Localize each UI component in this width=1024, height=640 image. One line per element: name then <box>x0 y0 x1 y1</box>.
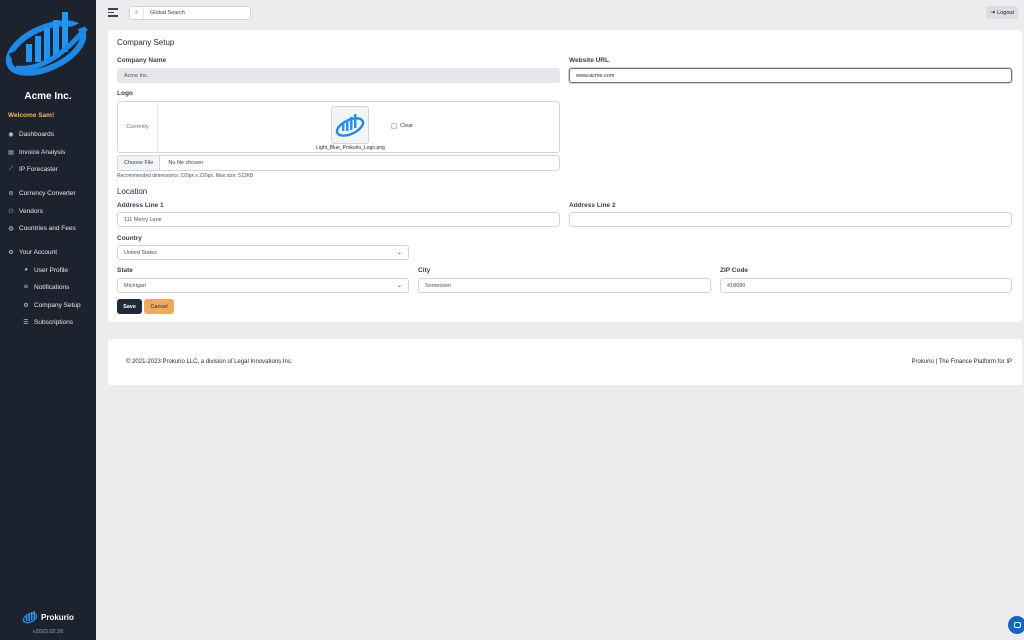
currently-label: Currently <box>118 102 158 152</box>
city-field[interactable]: Sometown <box>418 278 711 293</box>
address2-field[interactable] <box>569 212 1012 227</box>
search-placeholder: Global Search <box>150 10 185 16</box>
nav-dashboards[interactable]: ◉ Dashboards <box>7 129 54 139</box>
state-value: Michigan <box>124 282 147 289</box>
brand-name: Prokurio <box>41 612 74 622</box>
nav-label: IP Forecaster <box>19 165 58 173</box>
city-label: City <box>418 267 431 274</box>
nav-label: Invoice Analysis <box>19 148 66 156</box>
prokurio-thumbnail-icon <box>335 114 365 137</box>
nav-label: Vendors <box>19 207 43 215</box>
nav-label: User Profile <box>34 266 68 274</box>
nav-invoice-analysis[interactable]: ▤ Invoice Analysis <box>7 147 65 157</box>
chevron-down-icon: ⌄ <box>396 283 402 289</box>
clear-label: Clear <box>400 123 414 129</box>
nav-label: Dashboards <box>19 130 55 138</box>
chat-widget-button[interactable] <box>1008 616 1024 634</box>
nav-ip-forecaster[interactable]: ⟋ IP Forecaster <box>7 164 58 174</box>
globe-icon: ◍ <box>8 225 14 232</box>
website-url-label: Website URL <box>569 57 609 64</box>
global-search-input[interactable]: ⌕ Global Search <box>129 6 251 20</box>
gear-icon: ⚙ <box>8 249 14 256</box>
company-name-field: Acme Inc. <box>117 68 560 83</box>
nav-label: Subscriptions <box>34 318 74 326</box>
sign-out-icon: ⇥ <box>990 10 996 16</box>
page-footer: © 2021-2023 Prokurio LLC, a division of … <box>108 339 1022 385</box>
nav-subscriptions[interactable]: ☰ Subscriptions <box>22 317 73 327</box>
sidebar: Acme Inc. Welcome Sam! ◉ Dashboards ▤ In… <box>0 0 96 640</box>
nav-currency-converter[interactable]: ⊜ Currency Converter <box>7 188 76 198</box>
nav-label: Currency Converter <box>19 189 76 197</box>
page-title: Company Setup <box>117 38 175 47</box>
address2-label: Address Line 2 <box>569 202 616 209</box>
company-setup-card: Company Setup Company Name Acme Inc. Web… <box>108 30 1022 322</box>
checkbox-icon[interactable] <box>391 123 397 129</box>
clear-checkbox[interactable]: Clear <box>391 123 413 129</box>
copyright-text: © 2021-2023 Prokurio LLC, a division of … <box>126 359 293 365</box>
website-url-field[interactable]: www.acme.com <box>569 68 1012 83</box>
cancel-button[interactable]: Cancel <box>144 299 174 314</box>
address1-field[interactable]: 111 Merry Lane <box>117 212 560 227</box>
welcome-message: Welcome Sam! <box>8 112 55 119</box>
nav-vendors[interactable]: ⚇ Vendors <box>7 206 43 216</box>
state-label: State <box>117 267 133 274</box>
choose-file-button[interactable]: Choose File <box>118 156 161 170</box>
file-input[interactable]: Choose File No file chosen <box>117 155 560 171</box>
logo-thumbnail[interactable] <box>331 106 369 144</box>
company-title: Acme Inc. <box>24 91 72 102</box>
list-icon: ☰ <box>23 319 29 326</box>
country-label: Country <box>117 235 142 242</box>
users-icon: ⚇ <box>8 208 14 215</box>
logo-filename[interactable]: Light_Blue_Prokurio_Logo.png <box>298 145 403 151</box>
zip-label: ZIP Code <box>720 267 749 274</box>
logo-label: Logo <box>117 90 133 97</box>
logo-preview-box: Currently Light_Blue_Prokurio_Logo.png C… <box>117 101 560 153</box>
chevron-down-icon: ⌄ <box>396 250 402 256</box>
country-value: United States <box>124 249 158 256</box>
prokurio-logo-icon[interactable] <box>4 6 90 76</box>
bell-icon: ⍾ <box>24 283 28 290</box>
nav-label: Notifications <box>34 283 70 291</box>
nav-your-account[interactable]: ⚙ Your Account <box>7 247 57 257</box>
logo-hint: Recommended dimensions: 220px x 220px. M… <box>117 173 254 179</box>
coins-icon: ⊜ <box>8 190 14 197</box>
brand-footer: Prokurio <box>22 610 74 624</box>
country-select[interactable]: United States ⌄ <box>117 245 409 260</box>
no-file-text: No file chosen <box>168 160 204 166</box>
nav-notifications[interactable]: ⍾ Notifications <box>22 282 69 292</box>
nav-company-setup[interactable]: ⚙ Company Setup <box>22 300 81 310</box>
invoice-icon: ▤ <box>8 149 14 156</box>
gear-icon: ⚙ <box>23 302 29 309</box>
address1-label: Address Line 1 <box>117 202 164 209</box>
nav-label: Company Setup <box>34 301 81 309</box>
nav-label: Your Account <box>19 248 58 256</box>
tagline-text: Prokurio | The Finance Platform for IP <box>911 359 1013 365</box>
logout-label: Logout <box>997 9 1014 16</box>
app-version: v2023.02.28 <box>32 629 64 635</box>
prokurio-small-logo-icon <box>22 611 38 624</box>
nav-user-profile[interactable]: ◕ User Profile <box>22 265 68 275</box>
topbar: ⌕ Global Search ⇥ Logout <box>96 0 1024 26</box>
logout-button[interactable]: ⇥ Logout <box>986 6 1018 19</box>
chart-line-icon: ⟋ <box>8 165 14 172</box>
user-circle-icon: ◕ <box>24 267 28 273</box>
zip-field[interactable]: 418080 <box>720 278 1012 293</box>
nav-label: Countries and Fees <box>19 224 76 232</box>
chat-icon <box>1013 622 1021 628</box>
palette-icon: ◉ <box>8 131 14 138</box>
save-button[interactable]: Save <box>117 299 142 314</box>
state-select[interactable]: Michigan ⌄ <box>117 278 409 293</box>
location-title: Location <box>117 187 148 196</box>
company-name-label: Company Name <box>117 57 167 64</box>
search-icon: ⌕ <box>130 7 144 19</box>
menu-toggle-icon[interactable] <box>108 8 118 18</box>
nav-countries-and-fees[interactable]: ◍ Countries and Fees <box>7 223 76 233</box>
